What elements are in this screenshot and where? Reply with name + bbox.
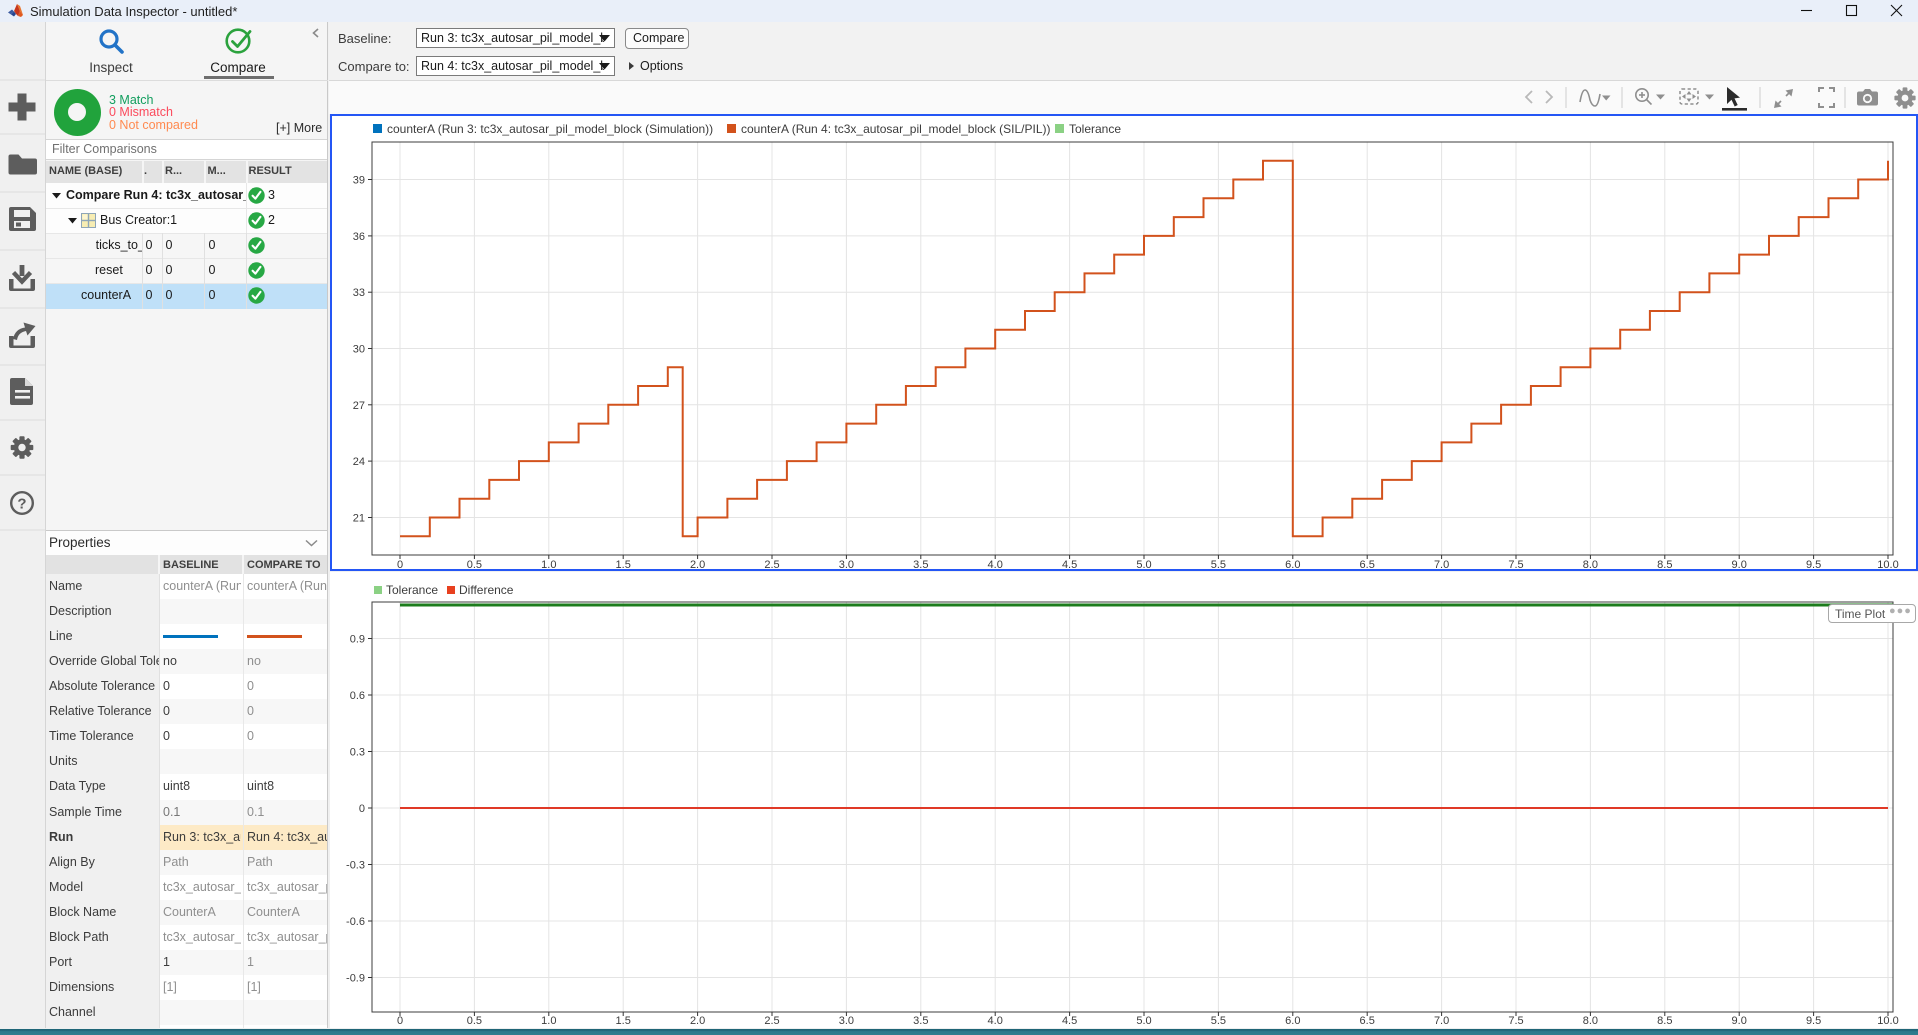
- svg-text:1.0: 1.0: [541, 1015, 556, 1027]
- svg-text:27: 27: [353, 400, 365, 412]
- svg-text:0: 0: [397, 1015, 403, 1027]
- svg-text:4.0: 4.0: [988, 559, 1003, 569]
- svg-text:33: 33: [353, 287, 365, 299]
- svg-text:2.5: 2.5: [764, 559, 779, 569]
- svg-text:4.5: 4.5: [1062, 1015, 1077, 1027]
- svg-text:2.5: 2.5: [764, 1015, 779, 1027]
- svg-text:1.0: 1.0: [541, 559, 556, 569]
- svg-text:1.5: 1.5: [616, 1015, 631, 1027]
- svg-text:Tolerance: Tolerance: [1069, 122, 1121, 136]
- svg-text:8.0: 8.0: [1583, 559, 1598, 569]
- svg-text:3.0: 3.0: [839, 1015, 854, 1027]
- svg-text:9.0: 9.0: [1732, 559, 1747, 569]
- svg-text:-0.6: -0.6: [346, 916, 365, 928]
- svg-text:0.5: 0.5: [467, 1015, 482, 1027]
- svg-text:6.0: 6.0: [1285, 559, 1300, 569]
- svg-text:0.5: 0.5: [467, 559, 482, 569]
- svg-text:8.5: 8.5: [1657, 559, 1672, 569]
- svg-text:10.0: 10.0: [1877, 559, 1898, 569]
- svg-text:0.3: 0.3: [350, 747, 365, 759]
- svg-text:0: 0: [397, 559, 403, 569]
- svg-text:3.0: 3.0: [839, 559, 854, 569]
- svg-text:5.0: 5.0: [1136, 559, 1151, 569]
- svg-text:0: 0: [359, 803, 365, 815]
- svg-text:6.5: 6.5: [1360, 1015, 1375, 1027]
- svg-text:9.5: 9.5: [1806, 1015, 1821, 1027]
- svg-text:4.0: 4.0: [988, 1015, 1003, 1027]
- svg-text:8.0: 8.0: [1583, 1015, 1598, 1027]
- svg-text:-0.3: -0.3: [346, 860, 365, 872]
- svg-text:2.0: 2.0: [690, 559, 705, 569]
- svg-text:5.5: 5.5: [1211, 1015, 1226, 1027]
- svg-text:39: 39: [353, 175, 365, 187]
- svg-text:5.0: 5.0: [1136, 1015, 1151, 1027]
- svg-text:Difference: Difference: [459, 583, 514, 597]
- svg-text:5.5: 5.5: [1211, 559, 1226, 569]
- svg-text:21: 21: [353, 513, 365, 525]
- svg-text:counterA (Run 3: tc3x_autosar_: counterA (Run 3: tc3x_autosar_pil_model_…: [387, 122, 713, 136]
- svg-text:7.5: 7.5: [1508, 1015, 1523, 1027]
- svg-text:24: 24: [353, 456, 365, 468]
- svg-text:7.5: 7.5: [1508, 559, 1523, 569]
- svg-text:3.5: 3.5: [913, 1015, 928, 1027]
- svg-text:?: ?: [17, 496, 26, 513]
- svg-text:6.5: 6.5: [1360, 559, 1375, 569]
- svg-text:0.6: 0.6: [350, 690, 365, 702]
- svg-text:0.9: 0.9: [350, 634, 365, 646]
- svg-text:4.5: 4.5: [1062, 559, 1077, 569]
- svg-text:9.0: 9.0: [1732, 1015, 1747, 1027]
- svg-text:30: 30: [353, 344, 365, 356]
- svg-text:10.0: 10.0: [1877, 1015, 1898, 1027]
- svg-text:3.5: 3.5: [913, 559, 928, 569]
- svg-text:counterA (Run 4: tc3x_autosar_: counterA (Run 4: tc3x_autosar_pil_model_…: [741, 122, 1051, 136]
- svg-text:9.5: 9.5: [1806, 559, 1821, 569]
- svg-text:6.0: 6.0: [1285, 1015, 1300, 1027]
- svg-text:8.5: 8.5: [1657, 1015, 1672, 1027]
- svg-text:Tolerance: Tolerance: [386, 583, 438, 597]
- svg-text:2.0: 2.0: [690, 1015, 705, 1027]
- svg-text:1.5: 1.5: [616, 559, 631, 569]
- svg-text:36: 36: [353, 231, 365, 243]
- svg-text:-0.9: -0.9: [346, 973, 365, 985]
- svg-text:7.0: 7.0: [1434, 1015, 1449, 1027]
- svg-text:7.0: 7.0: [1434, 559, 1449, 569]
